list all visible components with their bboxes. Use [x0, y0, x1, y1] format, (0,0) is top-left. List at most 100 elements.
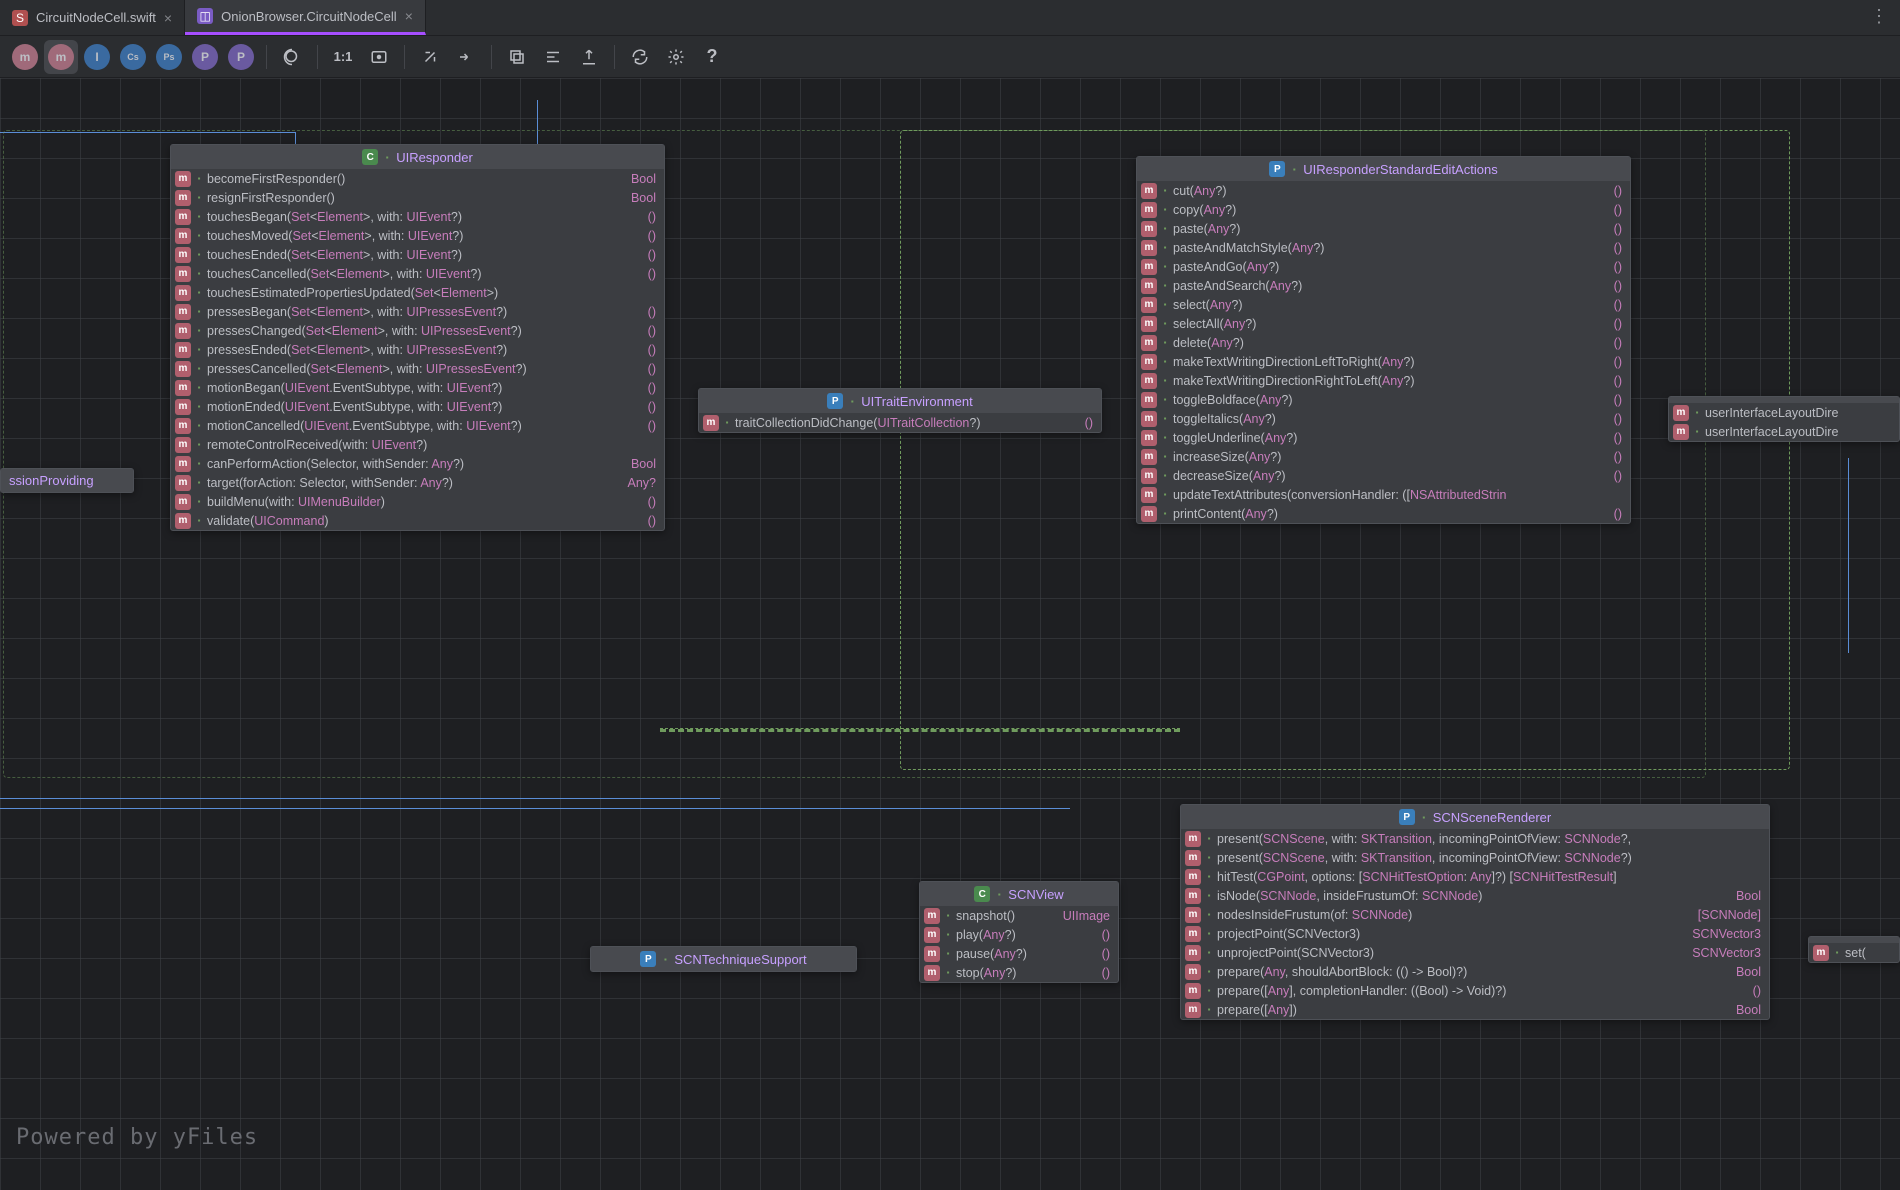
align-icon[interactable]	[536, 40, 570, 74]
member-row[interactable]: m▪present(SCNScene, with: SKTransition, …	[1181, 829, 1769, 848]
member-row[interactable]: m▪pressesChanged(Set<Element>, with: UIP…	[171, 321, 664, 340]
member-row[interactable]: m▪userInterfaceLayoutDire	[1669, 422, 1899, 441]
member-row[interactable]: m▪traitCollectionDidChange(UITraitCollec…	[699, 413, 1101, 432]
member-row[interactable]: m▪remoteControlReceived(with: UIEvent?)	[171, 435, 664, 454]
member-row[interactable]: m▪becomeFirstResponder()Bool	[171, 169, 664, 188]
member-row[interactable]: m▪set(	[1809, 943, 1899, 962]
member-row[interactable]: m▪selectAll(Any?)()	[1137, 314, 1630, 333]
zoom-actual-button[interactable]: 1:1	[326, 40, 360, 74]
member-row[interactable]: m▪makeTextWritingDirectionRightToLeft(An…	[1137, 371, 1630, 390]
member-row[interactable]: m▪touchesCancelled(Set<Element>, with: U…	[171, 264, 664, 283]
member-row[interactable]: m▪pressesEnded(Set<Element>, with: UIPre…	[171, 340, 664, 359]
method-badge-icon: m	[924, 908, 940, 924]
member-row[interactable]: m▪pasteAndSearch(Any?)()	[1137, 276, 1630, 295]
node-uiresponderstandardeditactions[interactable]: P ▪ UIResponderStandardEditActions m▪cut…	[1136, 156, 1631, 524]
member-row[interactable]: m▪projectPoint(SCNVector3)SCNVector3	[1181, 924, 1769, 943]
member-row[interactable]: m▪makeTextWritingDirectionLeftToRight(An…	[1137, 352, 1630, 371]
pin-icon: ▪	[1206, 967, 1212, 976]
node-partial-right[interactable]: m▪userInterfaceLayoutDirem▪userInterface…	[1668, 396, 1900, 442]
node-partial-left[interactable]: ssionProviding	[0, 468, 134, 493]
links-icon[interactable]	[413, 40, 447, 74]
member-row[interactable]: m▪hitTest(CGPoint, options: [SCNHitTestO…	[1181, 867, 1769, 886]
filter-i-button[interactable]: I	[80, 40, 114, 74]
help-icon[interactable]: ?	[695, 40, 729, 74]
member-row[interactable]: m▪copy(Any?)()	[1137, 200, 1630, 219]
member-row[interactable]: m▪increaseSize(Any?)()	[1137, 447, 1630, 466]
return-type: ()	[1598, 431, 1622, 445]
node-scnview[interactable]: C ▪ SCNView m▪snapshot()UIImagem▪play(An…	[919, 881, 1119, 983]
collapse-icon[interactable]	[449, 40, 483, 74]
pin-icon: ▪	[1206, 853, 1212, 862]
diagram-canvas[interactable]: ssionProviding C ▪ UIResponder m▪becomeF…	[0, 78, 1900, 1190]
node-partial-bottom-right[interactable]: m▪set(	[1808, 936, 1900, 963]
member-row[interactable]: m▪pasteAndGo(Any?)()	[1137, 257, 1630, 276]
member-row[interactable]: m▪motionCancelled(UIEvent.EventSubtype, …	[171, 416, 664, 435]
member-row[interactable]: m▪unprojectPoint(SCNVector3)SCNVector3	[1181, 943, 1769, 962]
member-row[interactable]: m▪play(Any?)()	[920, 925, 1118, 944]
member-row[interactable]: m▪buildMenu(with: UIMenuBuilder)()	[171, 492, 664, 511]
member-row[interactable]: m▪printContent(Any?)()	[1137, 504, 1630, 523]
member-row[interactable]: m▪paste(Any?)()	[1137, 219, 1630, 238]
member-signature: play(Any?)	[956, 928, 1016, 942]
filter-m-button[interactable]: m	[8, 40, 42, 74]
member-row[interactable]: m▪resignFirstResponder()Bool	[171, 188, 664, 207]
member-row[interactable]: m▪stop(Any?)()	[920, 963, 1118, 982]
member-row[interactable]: m▪present(SCNScene, with: SKTransition, …	[1181, 848, 1769, 867]
copy-icon[interactable]	[500, 40, 534, 74]
tab-swift-file[interactable]: S CircuitNodeCell.swift ×	[0, 0, 185, 35]
member-row[interactable]: m▪toggleItalics(Any?)()	[1137, 409, 1630, 428]
member-row[interactable]: m▪touchesMoved(Set<Element>, with: UIEve…	[171, 226, 664, 245]
member-row[interactable]: m▪touchesEstimatedPropertiesUpdated(Set<…	[171, 283, 664, 302]
filter-p2-button[interactable]: P	[224, 40, 258, 74]
pin-icon: ▪	[1694, 427, 1700, 436]
filter-m-active-button[interactable]: m	[44, 40, 78, 74]
filter-p1-button[interactable]: P	[188, 40, 222, 74]
member-signature: selectAll(Any?)	[1173, 317, 1256, 331]
member-row[interactable]: m▪motionEnded(UIEvent.EventSubtype, with…	[171, 397, 664, 416]
member-row[interactable]: m▪validate(UICommand)()	[171, 511, 664, 530]
node-uitraitenvironment[interactable]: P ▪ UITraitEnvironment m▪traitCollection…	[698, 388, 1102, 433]
tab-diagram[interactable]: ◫ OnionBrowser.CircuitNodeCell ×	[185, 0, 426, 35]
member-signature: isNode(SCNNode, insideFrustumOf: SCNNode…	[1217, 889, 1482, 903]
member-row[interactable]: m▪cut(Any?)()	[1137, 181, 1630, 200]
close-icon[interactable]: ×	[405, 8, 413, 24]
member-row[interactable]: m▪prepare(Any, shouldAbortBlock: (() -> …	[1181, 962, 1769, 981]
preview-icon[interactable]	[275, 40, 309, 74]
member-row[interactable]: m▪touchesEnded(Set<Element>, with: UIEve…	[171, 245, 664, 264]
member-row[interactable]: m▪prepare([Any])Bool	[1181, 1000, 1769, 1019]
gear-icon[interactable]	[659, 40, 693, 74]
member-row[interactable]: m▪isNode(SCNNode, insideFrustumOf: SCNNo…	[1181, 886, 1769, 905]
close-icon[interactable]: ×	[164, 10, 172, 26]
refresh-icon[interactable]	[623, 40, 657, 74]
node-uiresponder[interactable]: C ▪ UIResponder m▪becomeFirstResponder()…	[170, 144, 665, 531]
member-row[interactable]: m▪decreaseSize(Any?)()	[1137, 466, 1630, 485]
member-row[interactable]: m▪canPerformAction(Selector, withSender:…	[171, 454, 664, 473]
member-row[interactable]: m▪target(forAction: Selector, withSender…	[171, 473, 664, 492]
node-scnscenerenderer[interactable]: P ▪ SCNSceneRenderer m▪present(SCNScene,…	[1180, 804, 1770, 1020]
fit-content-icon[interactable]	[362, 40, 396, 74]
filter-cs-button[interactable]: Cs	[116, 40, 150, 74]
filter-ps-button[interactable]: Ps	[152, 40, 186, 74]
member-row[interactable]: m▪toggleUnderline(Any?)()	[1137, 428, 1630, 447]
member-row[interactable]: m▪pressesCancelled(Set<Element>, with: U…	[171, 359, 664, 378]
method-badge-icon: m	[1141, 335, 1157, 351]
member-row[interactable]: m▪select(Any?)()	[1137, 295, 1630, 314]
node-scntechniquesupport[interactable]: P ▪ SCNTechniqueSupport	[590, 946, 857, 972]
member-row[interactable]: m▪prepare([Any], completionHandler: ((Bo…	[1181, 981, 1769, 1000]
member-row[interactable]: m▪updateTextAttributes(conversionHandler…	[1137, 485, 1630, 504]
member-row[interactable]: m▪toggleBoldface(Any?)()	[1137, 390, 1630, 409]
member-signature: increaseSize(Any?)	[1173, 450, 1281, 464]
kebab-menu-icon[interactable]: ⋮	[1870, 6, 1888, 27]
member-row[interactable]: m▪nodesInsideFrustum(of: SCNNode)[SCNNod…	[1181, 905, 1769, 924]
member-row[interactable]: m▪pasteAndMatchStyle(Any?)()	[1137, 238, 1630, 257]
member-row[interactable]: m▪pressesBegan(Set<Element>, with: UIPre…	[171, 302, 664, 321]
method-badge-icon: m	[1141, 183, 1157, 199]
member-row[interactable]: m▪pause(Any?)()	[920, 944, 1118, 963]
method-badge-icon: m	[1185, 850, 1201, 866]
member-row[interactable]: m▪snapshot()UIImage	[920, 906, 1118, 925]
member-row[interactable]: m▪delete(Any?)()	[1137, 333, 1630, 352]
member-row[interactable]: m▪touchesBegan(Set<Element>, with: UIEve…	[171, 207, 664, 226]
member-row[interactable]: m▪motionBegan(UIEvent.EventSubtype, with…	[171, 378, 664, 397]
member-row[interactable]: m▪userInterfaceLayoutDire	[1669, 403, 1899, 422]
export-icon[interactable]	[572, 40, 606, 74]
